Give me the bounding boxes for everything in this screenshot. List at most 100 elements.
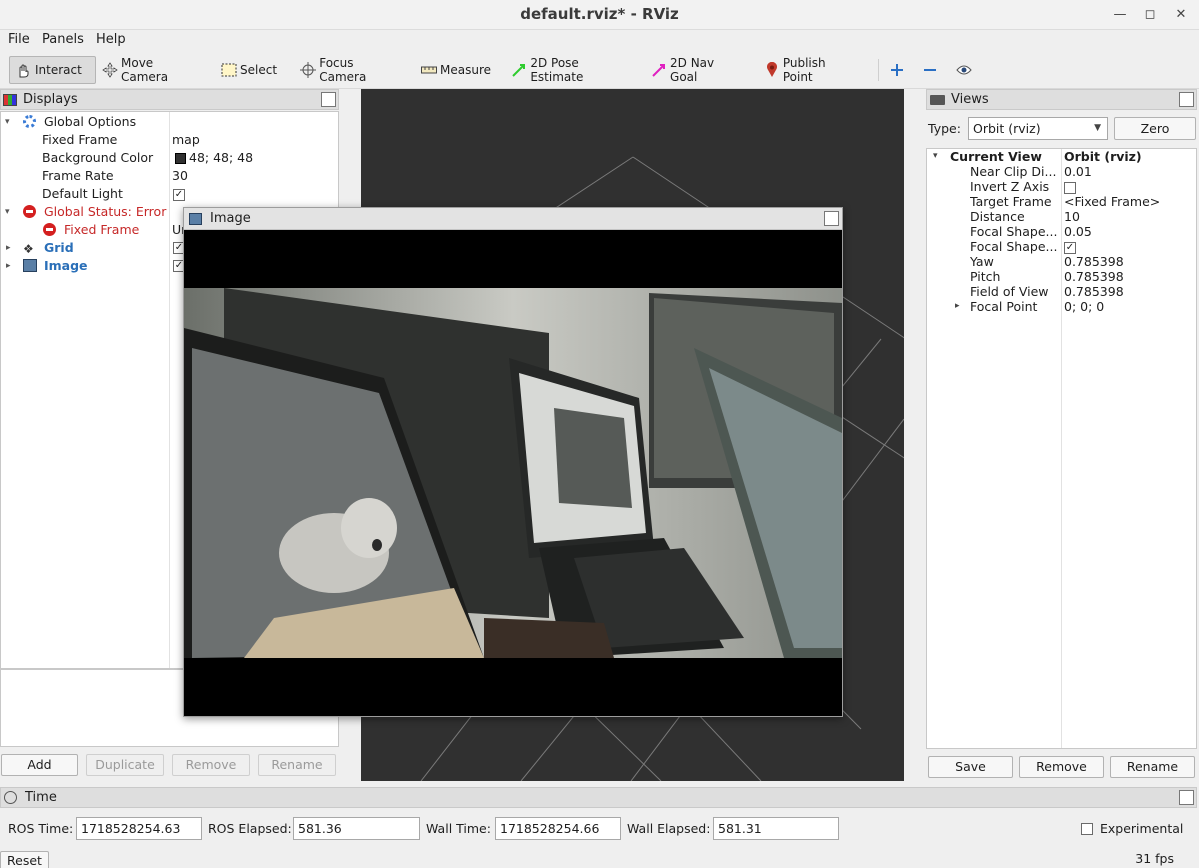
camera-image bbox=[184, 288, 842, 658]
wall-time-label: Wall Time: bbox=[426, 821, 491, 836]
tool-2d-pose-estimate[interactable]: 2D Pose Estimate bbox=[506, 56, 631, 84]
fixed-frame-label: Fixed Frame bbox=[42, 132, 118, 147]
remove-display-button[interactable]: Remove bbox=[172, 754, 250, 776]
panel-float-button[interactable] bbox=[1179, 92, 1194, 107]
hand-icon bbox=[14, 62, 32, 78]
camera-icon bbox=[930, 94, 945, 105]
maximize-icon[interactable]: ◻ bbox=[1139, 4, 1161, 26]
wall-elapsed-field[interactable]: 581.31 bbox=[713, 817, 839, 840]
experimental-checkbox[interactable] bbox=[1081, 823, 1093, 835]
rename-display-button[interactable]: Rename bbox=[258, 754, 336, 776]
background-color-label: Background Color bbox=[42, 150, 154, 165]
focal-shape-fixed-label: Focal Shape... bbox=[970, 239, 1058, 254]
tool-move-camera[interactable]: Move Camera bbox=[97, 56, 199, 84]
camera-photo bbox=[184, 288, 842, 658]
tool-measure[interactable]: Measure bbox=[416, 56, 491, 84]
image-window-title-bar[interactable]: Image bbox=[184, 208, 842, 230]
add-tool-button[interactable] bbox=[885, 56, 909, 84]
distance-label: Distance bbox=[970, 209, 1025, 224]
view-type-select[interactable]: Orbit (rviz) ▼ bbox=[968, 117, 1108, 140]
error-icon bbox=[43, 223, 56, 236]
zero-button[interactable]: Zero bbox=[1114, 117, 1196, 140]
menu-panels[interactable]: Panels bbox=[42, 32, 84, 47]
tool-focus-camera[interactable]: Focus Camera bbox=[295, 56, 401, 84]
image-window[interactable]: Image bbox=[183, 207, 843, 717]
wall-elapsed-label: Wall Elapsed: bbox=[627, 821, 711, 836]
field-of-view-label: Field of View bbox=[970, 284, 1049, 299]
chevron-down-icon: ▼ bbox=[1094, 123, 1101, 133]
rename-view-button[interactable]: Rename bbox=[1110, 756, 1195, 778]
ros-time-label: ROS Time: bbox=[8, 821, 74, 836]
target-frame-value[interactable]: <Fixed Frame> bbox=[1064, 194, 1160, 209]
ros-elapsed-field[interactable]: 581.36 bbox=[293, 817, 420, 840]
column-divider bbox=[169, 112, 170, 668]
fixed-frame-value[interactable]: map bbox=[172, 131, 200, 149]
frame-rate-value[interactable]: 30 bbox=[172, 167, 188, 185]
save-view-button[interactable]: Save bbox=[928, 756, 1013, 778]
displays-monitor-icon bbox=[3, 93, 17, 106]
experimental-label: Experimental bbox=[1100, 821, 1184, 836]
near-clip-label: Near Clip Di... bbox=[970, 164, 1057, 179]
views-tree: ▾ Current View Orbit (rviz) Near Clip Di… bbox=[926, 148, 1197, 749]
background-color-value[interactable]: 48; 48; 48 bbox=[175, 149, 253, 167]
target-frame-label: Target Frame bbox=[970, 194, 1052, 209]
default-light-label: Default Light bbox=[42, 186, 123, 201]
ros-time-field[interactable]: 1718528254.63 bbox=[76, 817, 202, 840]
time-panel-header: Time bbox=[0, 787, 1197, 808]
panel-float-button[interactable] bbox=[1179, 790, 1194, 805]
image-icon bbox=[189, 212, 202, 225]
default-light-checkbox[interactable]: ✓ bbox=[173, 185, 185, 203]
remove-view-button[interactable]: Remove bbox=[1019, 756, 1104, 778]
menu-file[interactable]: File bbox=[8, 32, 30, 47]
tree-row-global-options[interactable]: ▾ Global Options bbox=[1, 113, 336, 131]
wall-time-field[interactable]: 1718528254.66 bbox=[495, 817, 621, 840]
close-icon[interactable]: ✕ bbox=[1170, 4, 1192, 26]
duplicate-display-button[interactable]: Duplicate bbox=[86, 754, 164, 776]
add-display-button[interactable]: Add bbox=[1, 754, 78, 776]
toolbar: Interact Move Camera Select Focus Camera… bbox=[0, 51, 1199, 89]
collapse-arrow-icon[interactable]: ▾ bbox=[5, 203, 15, 221]
eye-icon bbox=[956, 62, 972, 78]
reset-button[interactable]: Reset bbox=[0, 851, 49, 868]
time-title: Time bbox=[25, 790, 57, 805]
menu-help[interactable]: Help bbox=[96, 32, 126, 47]
field-of-view-value[interactable]: 0.785398 bbox=[1064, 284, 1124, 299]
displays-title: Displays bbox=[23, 92, 78, 107]
displays-panel-header: Displays bbox=[0, 89, 339, 110]
move-camera-icon bbox=[102, 62, 118, 78]
invert-z-checkbox[interactable] bbox=[1064, 179, 1076, 194]
yaw-label: Yaw bbox=[970, 254, 994, 269]
yaw-value[interactable]: 0.785398 bbox=[1064, 254, 1124, 269]
tool-properties-button[interactable] bbox=[951, 56, 979, 84]
image-window-title: Image bbox=[210, 211, 251, 226]
panel-float-button[interactable] bbox=[321, 92, 336, 107]
distance-value[interactable]: 10 bbox=[1064, 209, 1080, 224]
ros-elapsed-label: ROS Elapsed: bbox=[208, 821, 292, 836]
focal-shape-size-value[interactable]: 0.05 bbox=[1064, 224, 1092, 239]
expand-arrow-icon[interactable]: ▸ bbox=[955, 299, 960, 314]
remove-tool-button[interactable] bbox=[917, 56, 945, 84]
focus-camera-icon bbox=[300, 62, 317, 78]
pitch-value[interactable]: 0.785398 bbox=[1064, 269, 1124, 284]
pitch-label: Pitch bbox=[970, 269, 1001, 284]
focal-point-value[interactable]: 0; 0; 0 bbox=[1064, 299, 1104, 314]
expand-arrow-icon[interactable]: ▸ bbox=[6, 239, 16, 257]
collapse-arrow-icon[interactable]: ▾ bbox=[5, 113, 15, 131]
minimize-icon[interactable]: — bbox=[1109, 4, 1131, 26]
window-title: default.rviz* - RViz bbox=[520, 5, 679, 23]
image-icon bbox=[23, 259, 37, 272]
focal-shape-fixed-checkbox[interactable]: ✓ bbox=[1064, 239, 1076, 254]
tool-select[interactable]: Select bbox=[216, 56, 278, 84]
tool-publish-point[interactable]: Publish Point bbox=[759, 56, 855, 84]
select-box-icon bbox=[221, 62, 237, 78]
current-view-value: Orbit (rviz) bbox=[1064, 149, 1142, 164]
tool-2d-nav-goal[interactable]: 2D Nav Goal bbox=[646, 56, 742, 84]
near-clip-value[interactable]: 0.01 bbox=[1064, 164, 1092, 179]
tool-interact[interactable]: Interact bbox=[9, 56, 96, 84]
panel-float-button[interactable] bbox=[824, 211, 839, 226]
collapse-arrow-icon[interactable]: ▾ bbox=[933, 149, 938, 164]
fps-readout: 31 fps bbox=[1135, 851, 1174, 866]
menu-bar: File Panels Help bbox=[0, 30, 1199, 51]
expand-arrow-icon[interactable]: ▸ bbox=[6, 257, 16, 275]
focal-shape-size-label: Focal Shape... bbox=[970, 224, 1058, 239]
